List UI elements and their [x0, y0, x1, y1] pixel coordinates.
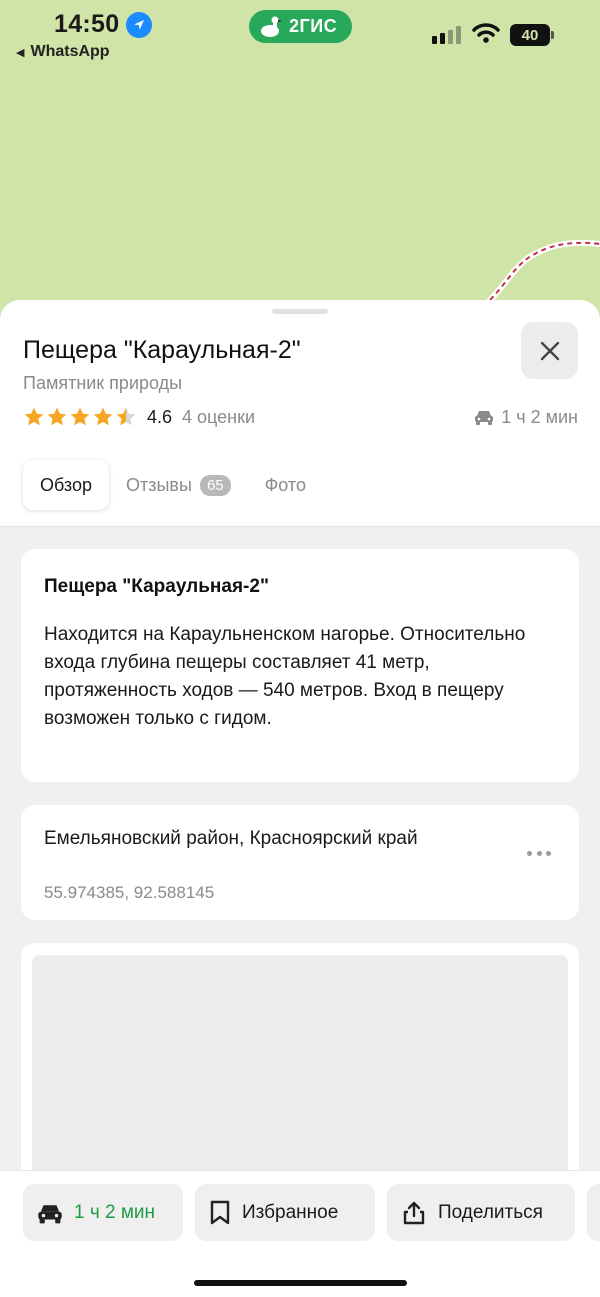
tab-overview[interactable]: Обзор: [23, 460, 109, 510]
place-category: Памятник природы: [23, 373, 183, 393]
favorite-button[interactable]: Избранное: [195, 1184, 375, 1241]
bookmark-icon: [210, 1200, 230, 1224]
wifi-icon: [472, 23, 500, 43]
status-time: 14:50: [54, 10, 120, 38]
description-heading: Пещера "Караульная-2": [44, 576, 269, 597]
battery-cap: [551, 31, 554, 39]
car-icon: [475, 411, 494, 425]
tab-label: Обзор: [40, 474, 92, 495]
share-button[interactable]: Поделиться: [387, 1184, 575, 1241]
app-badge-label: 2ГИС: [289, 16, 338, 36]
cellular-signal-icon: [432, 26, 461, 44]
favorite-button-label: Избранное: [242, 1201, 339, 1223]
back-app-label: WhatsApp: [30, 43, 110, 60]
more-actions-button[interactable]: [587, 1184, 600, 1241]
app-badge: 2ГИС: [249, 10, 352, 43]
share-icon: [403, 1201, 425, 1224]
back-triangle-icon: ◀: [16, 47, 25, 59]
tab-bar: Обзор Отзывы 65 Фото: [23, 460, 323, 510]
route-button-label: 1 ч 2 мин: [74, 1201, 156, 1223]
star-icon: [116, 407, 136, 426]
travel-time-label: 1 ч 2 мин: [501, 406, 578, 427]
star-icon: [24, 407, 44, 426]
tab-label: Отзывы: [126, 474, 192, 495]
goose-logo-icon: [261, 16, 282, 37]
close-icon: [540, 341, 559, 360]
sheet-grabber[interactable]: [272, 309, 328, 314]
back-to-app-link[interactable]: ◀ WhatsApp: [16, 43, 110, 61]
travel-time[interactable]: 1 ч 2 мин: [474, 404, 578, 430]
tab-photos[interactable]: Фото: [248, 460, 323, 510]
route-button[interactable]: 1 ч 2 мин: [23, 1184, 183, 1241]
star-icon: [47, 407, 67, 426]
share-button-label: Поделиться: [438, 1201, 543, 1223]
coordinates: 55.974385, 92.588145: [44, 883, 215, 902]
tab-label: Фото: [264, 474, 306, 495]
description-card: Пещера "Караульная-2" Находится на Карау…: [21, 549, 579, 782]
star-icon: [93, 407, 113, 426]
address-line: Емельяновский район, Красноярский край: [44, 828, 418, 849]
action-bar: 1 ч 2 мин Избранное Поделиться: [0, 1170, 600, 1297]
close-button[interactable]: [521, 322, 578, 379]
tab-reviews[interactable]: Отзывы 65: [109, 460, 248, 510]
status-bar: 14:50 ◀ WhatsApp 2ГИС 40: [0, 0, 600, 70]
place-sheet: Пещера "Караульная-2" Памятник природы 4…: [0, 300, 600, 1297]
rating-value: 4.6: [147, 406, 173, 427]
rating-row[interactable]: 4.6 4 оценки: [23, 404, 255, 430]
sheet-header: Пещера "Караульная-2" Памятник природы 4…: [0, 300, 600, 527]
address-card[interactable]: Емельяновский район, Красноярский край 5…: [21, 805, 579, 920]
rating-count: 4 оценки: [182, 406, 256, 427]
reviews-count-badge: 65: [199, 474, 231, 496]
battery-indicator: 40: [510, 24, 550, 46]
rating-stars: [23, 406, 137, 428]
location-arrow-icon: [126, 12, 152, 38]
description-text: Находится на Караульненском нагорье. Отн…: [44, 624, 526, 729]
car-icon: [38, 1204, 62, 1223]
star-icon: [70, 407, 90, 426]
more-dots-icon[interactable]: [527, 843, 551, 863]
home-indicator: [194, 1280, 407, 1286]
place-title: Пещера "Караульная-2": [23, 336, 301, 364]
